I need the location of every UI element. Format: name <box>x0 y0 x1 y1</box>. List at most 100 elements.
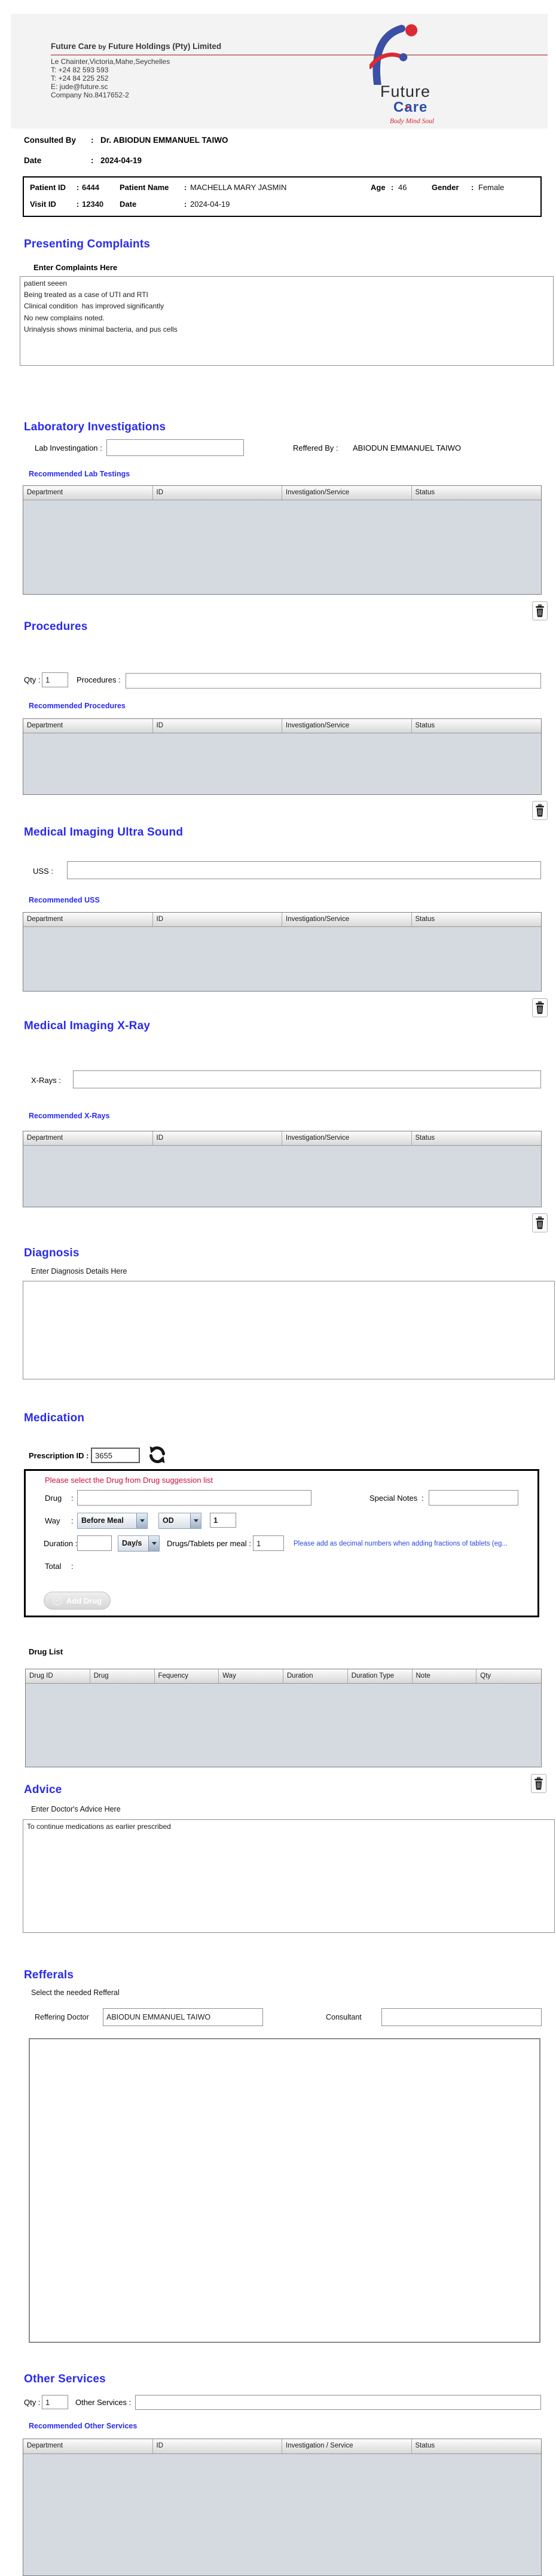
consultation-report-page: Future Care by Future Holdings (Pty) Lim… <box>0 0 556 2576</box>
uss-label: USS : <box>33 867 53 876</box>
consultant-input[interactable] <box>381 2008 542 2026</box>
laboratory-title: Laboratory Investigations <box>24 421 166 434</box>
lab-delete-button[interactable] <box>532 601 548 620</box>
procedures-delete-button[interactable] <box>532 801 548 820</box>
advice-title: Advice <box>24 1783 62 1797</box>
add-drug-button[interactable]: + Add Drug <box>44 1592 111 1610</box>
visit-id-label: Visit ID <box>30 200 56 209</box>
recommended-procedures-link[interactable]: Recommended Procedures <box>29 702 126 710</box>
uss-delete-button[interactable] <box>532 998 548 1017</box>
drug-input[interactable] <box>77 1490 311 1506</box>
refferal-list-box[interactable] <box>29 2038 540 2343</box>
diagnosis-textarea[interactable] <box>23 1281 555 1379</box>
consult-date-label: Date <box>24 156 41 165</box>
xray-delete-button[interactable] <box>532 1213 548 1232</box>
col-way: Way <box>219 1669 283 1683</box>
table-header-row: Department ID Investigation / Service St… <box>23 2439 541 2454</box>
col-drug: Drug <box>90 1669 155 1683</box>
col-id: ID <box>153 486 283 500</box>
prescription-id-input[interactable] <box>91 1448 140 1463</box>
patient-id-value: 6444 <box>82 183 99 192</box>
duration-type-value: Day/s <box>118 1536 148 1551</box>
lab-tests-table-body[interactable] <box>23 500 541 594</box>
other-qty-input[interactable] <box>42 2395 68 2409</box>
logo-f-icon <box>369 23 427 85</box>
patient-name-label: Patient Name <box>120 183 169 192</box>
uss-table-body[interactable] <box>23 927 541 991</box>
duration-input[interactable] <box>77 1535 112 1551</box>
other-services-input[interactable] <box>135 2395 541 2410</box>
col-duration-type: Duration Type <box>348 1669 413 1683</box>
trash-icon <box>534 604 545 618</box>
referred-by-value: ABIODUN EMMANUEL TAIWO <box>353 443 461 452</box>
visit-id-colon: : <box>77 200 79 209</box>
xray-table-body[interactable] <box>23 1146 541 1207</box>
col-id: ID <box>153 1131 283 1145</box>
patient-id-label: Patient ID <box>30 183 66 192</box>
frequency-select-value: OD <box>159 1513 190 1528</box>
logo-tagline: Body Mind Soul <box>390 118 434 125</box>
col-note: Note <box>413 1669 477 1683</box>
procedures-qty-label: Qty : <box>24 675 40 684</box>
age-value: 46 <box>398 183 407 192</box>
other-services-table-body[interactable] <box>23 2454 541 2575</box>
uss-title: Medical Imaging Ultra Sound <box>24 826 183 839</box>
col-drug-id: Drug ID <box>26 1669 90 1683</box>
heart-icon: ♥ <box>405 105 410 111</box>
complaints-textarea[interactable] <box>20 276 554 366</box>
frequency-select[interactable]: OD <box>158 1513 201 1529</box>
drug-list-table-body[interactable] <box>26 1684 541 1767</box>
reffering-doctor-input[interactable] <box>103 2008 263 2026</box>
fraction-note: Please add as decimal numbers when addin… <box>294 1540 536 1547</box>
visit-id-value: 12340 <box>82 200 103 209</box>
medication-title: Medication <box>24 1412 84 1425</box>
drug-suggestion-warning: Please select the Drug from Drug suggess… <box>45 1476 213 1485</box>
col-department: Department <box>23 719 153 733</box>
col-investigation: Investigation/Service <box>282 913 412 926</box>
company-number: Company No.8417652-2 <box>51 91 129 100</box>
procedures-title: Procedures <box>24 620 88 634</box>
xray-title: Medical Imaging X-Ray <box>24 1020 150 1033</box>
gender-value: Female <box>478 183 504 192</box>
special-notes-input[interactable] <box>429 1490 518 1506</box>
chevron-down-icon <box>136 1513 147 1528</box>
other-services-field-label: Other Services : <box>75 2398 131 2407</box>
advice-textarea[interactable] <box>23 1819 555 1933</box>
refferals-title: Refferals <box>24 1969 74 1982</box>
procedures-input[interactable] <box>126 673 541 689</box>
gender-colon: : <box>471 183 473 192</box>
col-department: Department <box>23 486 153 500</box>
drug-list-delete-button[interactable] <box>531 1774 546 1793</box>
visit-date-value: 2024-04-19 <box>190 200 230 209</box>
way-select[interactable]: Before Meal <box>77 1513 148 1529</box>
recommended-xray-link[interactable]: Recommended X-Rays <box>29 1112 109 1120</box>
way-label: Way <box>45 1516 60 1525</box>
other-qty-label: Qty : <box>24 2398 40 2407</box>
company-email: E: jude@future.sc <box>51 83 108 91</box>
way-qty-input[interactable] <box>210 1513 236 1528</box>
diagnosis-sublabel: Enter Diagnosis Details Here <box>31 1267 127 1275</box>
special-notes-label: Special Notes <box>369 1494 417 1503</box>
consult-date-colon: : <box>91 156 94 165</box>
uss-input[interactable] <box>67 861 541 879</box>
table-header-row: Department ID Investigation/Service Stat… <box>23 1131 541 1146</box>
trash-icon <box>533 1776 544 1791</box>
plus-circle-icon: + <box>53 1596 62 1605</box>
duration-type-select[interactable]: Day/s <box>118 1535 160 1552</box>
table-header-row: Department ID Investigation/Service Stat… <box>23 719 541 733</box>
table-header-row: Department ID Investigation/Service Stat… <box>23 486 541 500</box>
xray-input[interactable] <box>73 1070 541 1088</box>
recommended-lab-link[interactable]: Recommended Lab Testings <box>29 470 130 478</box>
col-status: Status <box>412 1131 542 1145</box>
company-name: Future Care by Future Holdings (Pty) Lim… <box>51 42 221 51</box>
company-phone-2: T: +24 84 225 252 <box>51 75 108 83</box>
refferal-sublabel: Select the needed Refferal <box>31 1988 120 1997</box>
recommended-other-link[interactable]: Recommended Other Services <box>29 2422 137 2430</box>
per-meal-input[interactable] <box>253 1535 284 1551</box>
prescription-refresh-button[interactable] <box>147 1445 167 1466</box>
recommended-uss-link[interactable]: Recommended USS <box>29 896 100 904</box>
uss-table: Department ID Investigation/Service Stat… <box>23 912 542 992</box>
lab-investigation-input[interactable] <box>106 439 244 456</box>
procedures-table-body[interactable] <box>23 733 541 794</box>
procedures-qty-input[interactable] <box>42 672 68 687</box>
